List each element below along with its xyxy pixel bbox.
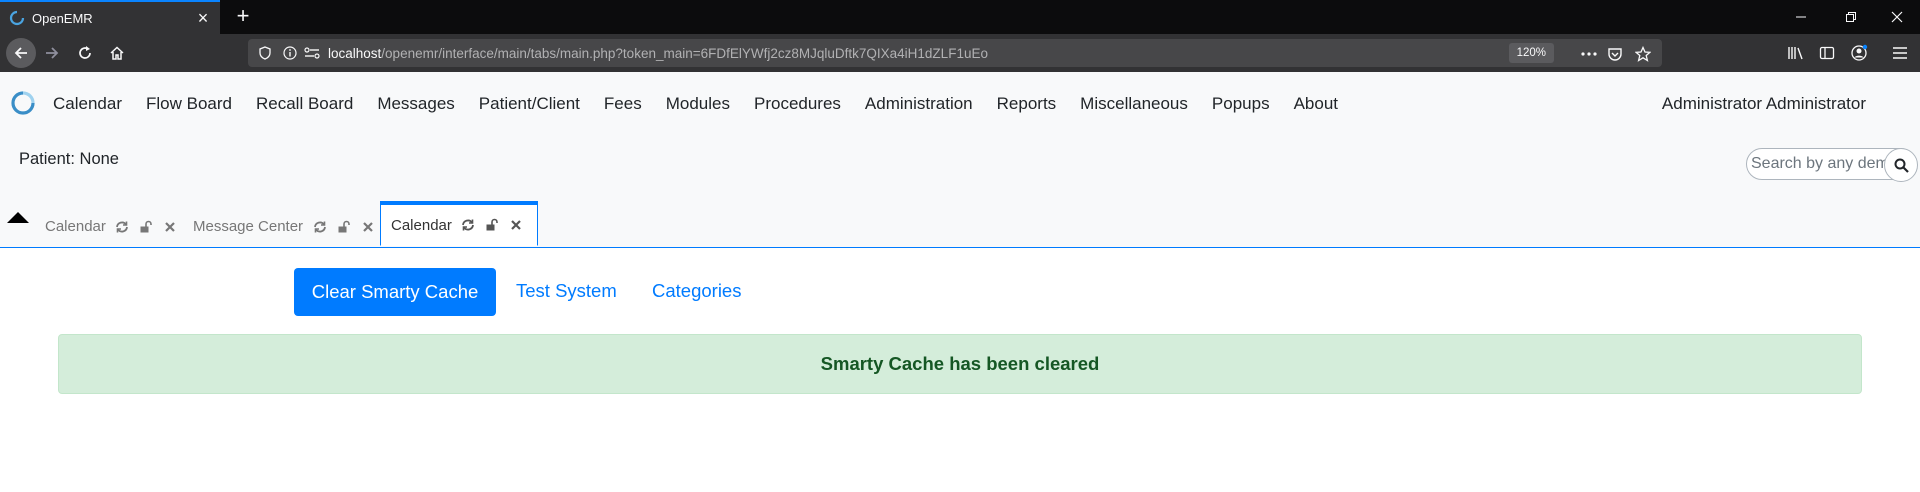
library-button[interactable] [1782,39,1810,67]
url-host: localhost [328,45,382,61]
close-window-button[interactable] [1874,0,1920,34]
new-tab-button[interactable]: + [230,4,256,30]
tab-calendar-active[interactable]: Calendar [380,201,538,246]
tab-label: Message Center [193,218,304,235]
bookmark-star-icon[interactable] [1634,45,1652,63]
alert-message: Smarty Cache has been cleared [820,353,1100,374]
close-tab-icon[interactable]: × [192,8,214,29]
unlock-icon[interactable] [139,219,154,234]
menu-item-messages[interactable]: Messages [377,94,454,114]
menu-item-flow-board[interactable]: Flow Board [146,94,232,114]
tab-calendar[interactable]: Calendar [45,205,187,248]
sidebar-button[interactable] [1813,39,1841,67]
back-button[interactable] [6,38,36,68]
patient-search-input[interactable]: Search by any demographics [1746,148,1900,180]
menu-button[interactable] [1886,39,1914,67]
close-tab-icon[interactable] [360,219,375,234]
browser-tab-strip: OpenEMR × + [0,0,1920,34]
tracking-protection-icon[interactable] [256,46,274,60]
tab-label: Calendar [391,216,452,234]
menu-item-reports[interactable]: Reports [997,94,1057,114]
app-header: Calendar Flow Board Recall Board Message… [0,72,1920,248]
close-tab-icon[interactable] [509,218,524,233]
tab-message-center[interactable]: Message Center [193,205,384,248]
zoom-level[interactable]: 120% [1508,43,1554,63]
menu-item-popups[interactable]: Popups [1212,94,1270,114]
library-icon [1788,47,1803,60]
site-info-icon[interactable] [282,46,298,60]
unlock-icon[interactable] [336,219,351,234]
pocket-icon[interactable] [1606,45,1624,63]
browser-toolbar: localhost/openemr/interface/main/tabs/ma… [0,34,1920,72]
patient-label: Patient: None [19,150,119,168]
refresh-icon[interactable] [312,219,327,234]
menu-item-fees[interactable]: Fees [604,94,642,114]
minimize-icon [1796,16,1806,18]
home-icon [110,46,124,60]
account-icon [1851,44,1868,61]
account-button[interactable] [1845,39,1873,67]
success-alert: Smarty Cache has been cleared [58,334,1862,394]
collapse-header-icon[interactable] [7,212,29,223]
forward-button[interactable] [38,39,66,67]
minimize-window-button[interactable] [1778,0,1824,34]
menu-item-recall-board[interactable]: Recall Board [256,94,353,114]
openemr-favicon-icon [9,10,25,26]
arrow-right-icon [46,47,59,59]
restore-window-button[interactable] [1828,0,1874,34]
menu-item-miscellaneous[interactable]: Miscellaneous [1080,94,1188,114]
reload-button[interactable] [71,39,99,67]
url-text: localhost/openemr/interface/main/tabs/ma… [328,46,988,61]
sidebar-icon [1819,46,1835,60]
restore-icon [1846,12,1856,22]
categories-link[interactable]: Categories [652,280,741,302]
refresh-icon[interactable] [461,218,476,233]
user-menu[interactable]: Administrator Administrator [1662,94,1866,114]
openemr-logo-icon[interactable] [10,90,36,116]
tab-label: Calendar [45,218,106,235]
home-button[interactable] [103,39,131,67]
browser-tab[interactable]: OpenEMR × [0,0,220,34]
main-menu: Calendar Flow Board Recall Board Message… [53,94,1362,114]
test-system-link[interactable]: Test System [516,280,617,302]
tab-row-divider [0,247,1920,248]
close-icon [1891,11,1903,23]
permissions-icon[interactable] [304,46,320,60]
close-tab-icon[interactable] [163,219,178,234]
menu-item-procedures[interactable]: Procedures [754,94,841,114]
search-button[interactable] [1884,148,1918,182]
openemr-app: Calendar Flow Board Recall Board Message… [0,72,1920,492]
menu-item-modules[interactable]: Modules [666,94,730,114]
refresh-icon[interactable] [115,219,130,234]
hamburger-icon [1893,47,1907,59]
menu-item-patient-client[interactable]: Patient/Client [479,94,580,114]
reload-icon [79,46,91,59]
menu-item-administration[interactable]: Administration [865,94,973,114]
page-actions-icon[interactable] [1580,45,1598,63]
clear-smarty-cache-button[interactable]: Clear Smarty Cache [294,268,496,316]
address-bar[interactable]: localhost/openemr/interface/main/tabs/ma… [248,39,1662,67]
menu-item-calendar[interactable]: Calendar [53,94,122,114]
unlock-icon[interactable] [485,218,500,233]
menu-item-about[interactable]: About [1294,94,1338,114]
browser-tab-title: OpenEMR [32,10,93,26]
search-icon [1894,158,1909,173]
arrow-left-icon [14,47,27,59]
url-path: /openemr/interface/main/tabs/main.php?to… [381,45,988,61]
